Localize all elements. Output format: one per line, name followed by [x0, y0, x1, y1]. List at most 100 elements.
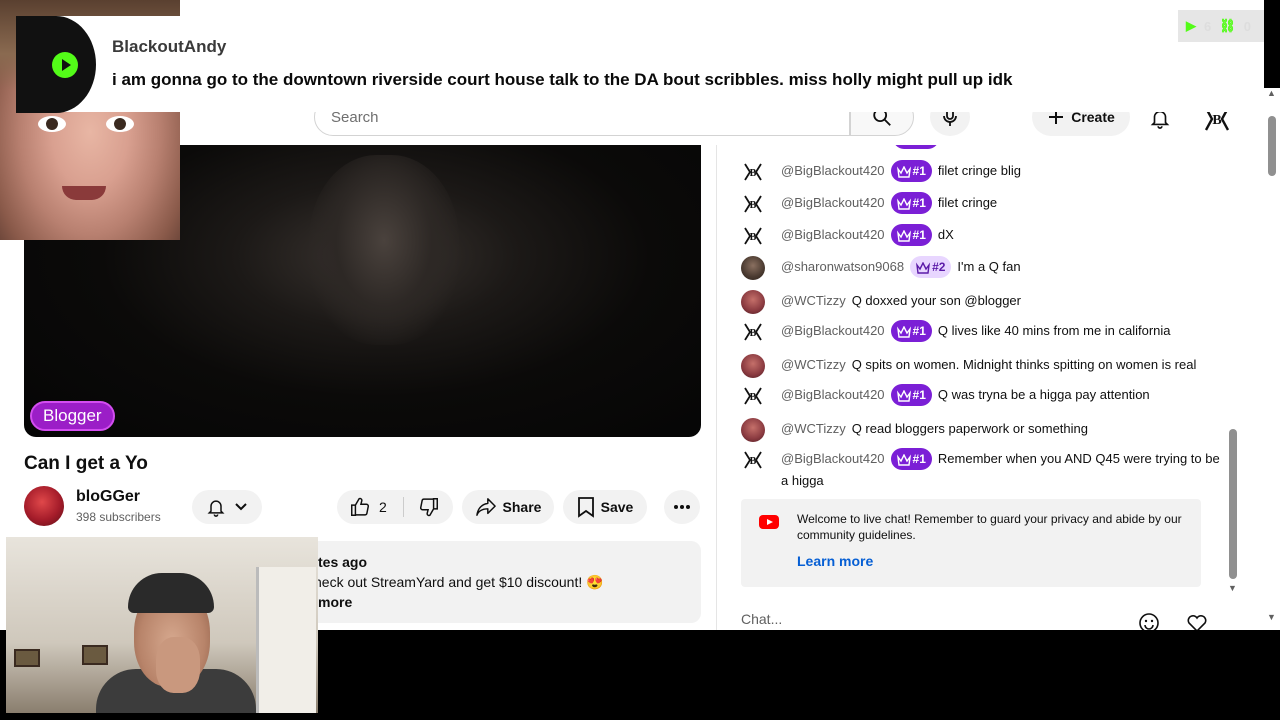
- show-support-button[interactable]: [1185, 611, 1209, 630]
- chat-author-name[interactable]: @WCTizzy: [781, 357, 846, 372]
- chat-message-body: @BigBlackout420 #1 filet cringe: [781, 192, 1221, 214]
- webcam-person-cap: [128, 573, 214, 613]
- share-icon: [475, 498, 496, 516]
- chat-author-avatar[interactable]: B: [741, 384, 765, 408]
- share-button[interactable]: Share: [462, 490, 554, 524]
- author-logo-icon: B: [744, 163, 762, 181]
- rank-label: #1: [912, 452, 926, 466]
- crown-icon: [896, 228, 913, 242]
- chat-message-body: @WCTizzy Q doxxed your son @blogger: [781, 290, 1221, 312]
- link-count: 0: [1243, 18, 1251, 34]
- author-logo-icon: B: [744, 323, 762, 341]
- svg-text:B: B: [750, 168, 757, 179]
- chat-author-avatar[interactable]: [741, 418, 765, 442]
- webcam-eye-right: [106, 116, 134, 132]
- rank-label: #2: [932, 260, 946, 274]
- chat-author-avatar[interactable]: B: [741, 192, 765, 216]
- svg-text:B: B: [750, 232, 757, 243]
- welcome-text: Welcome to live chat! Remember to guard …: [797, 512, 1182, 542]
- svg-text:B: B: [750, 456, 757, 467]
- chat-author-avatar[interactable]: B: [741, 224, 765, 248]
- page-scrollbar-thumb[interactable]: [1268, 116, 1276, 176]
- chat-input[interactable]: Chat...: [741, 611, 1181, 627]
- banner-message: i am gonna go to the downtown riverside …: [112, 70, 1013, 89]
- more-icon: [674, 505, 690, 509]
- chat-author-name[interactable]: @BigBlackout420: [781, 195, 885, 210]
- save-button[interactable]: Save: [563, 490, 647, 524]
- chat-author-avatar[interactable]: [741, 256, 765, 280]
- description-more[interactable]: more: [318, 594, 352, 610]
- chat-message-body: @WCTizzy Q spits on women. Midnight think…: [781, 354, 1221, 376]
- chat-author-name[interactable]: @BigBlackout420: [781, 451, 885, 466]
- description-timestamp: tes ago: [318, 554, 368, 570]
- more-actions-button[interactable]: [664, 490, 700, 524]
- video-frame-subject: [309, 155, 459, 345]
- stream-canvas: Search Create B Blogger Can I get a Yo b…: [0, 0, 1280, 720]
- chat-scroll-down-arrow[interactable]: ▼: [1228, 583, 1237, 593]
- chat-author-name[interactable]: @sharonwatson9068: [781, 259, 904, 274]
- webcam-eye-left: [38, 116, 66, 132]
- chat-message-list: B @BigBlackout420 #1 filet cringe blig B @Big…: [717, 145, 1227, 495]
- chat-author-name[interactable]: @WCTizzy: [781, 293, 846, 308]
- chat-author-name[interactable]: @WCTizzy: [781, 421, 846, 436]
- like-button[interactable]: 2: [337, 490, 403, 524]
- channel-name[interactable]: bloGGer: [76, 488, 140, 506]
- crown-icon: [916, 260, 932, 274]
- link-icon: ⛓: [1219, 18, 1236, 33]
- svg-text:B: B: [1212, 113, 1221, 128]
- crown-icon: [896, 452, 913, 466]
- like-divider: [403, 497, 404, 517]
- dislike-button[interactable]: [409, 490, 449, 524]
- chat-author-name[interactable]: @BigBlackout420: [781, 227, 885, 242]
- stream-stats: ▶ 6 ⛓ 0: [1178, 10, 1264, 42]
- scroll-down-arrow[interactable]: ▼: [1267, 612, 1276, 622]
- subscription-bell-button[interactable]: [192, 490, 262, 524]
- page-scrollbar[interactable]: ▲ ▼: [1264, 88, 1280, 630]
- chat-message-body: @WCTizzy Q read bloggers paperwork or som…: [781, 418, 1221, 440]
- svg-text:B: B: [750, 392, 757, 403]
- chat-author-avatar[interactable]: B: [741, 160, 765, 184]
- live-chat-panel: B @BigBlackout420 #1 filet cringe blig B @Big…: [716, 145, 1242, 630]
- author-logo-icon: B: [744, 195, 762, 213]
- heart-icon: [1187, 614, 1207, 630]
- crown-icon: [896, 164, 913, 178]
- description-text: heck out StreamYard and get $10 discount…: [314, 574, 604, 590]
- chat-message-body: @BigBlackout420 #1 Remember when you AND Q…: [781, 448, 1221, 492]
- video-title: Can I get a Yo: [24, 453, 148, 474]
- emoji-button[interactable]: [1137, 611, 1161, 630]
- chat-author-avatar[interactable]: [741, 354, 765, 378]
- kick-viewers-icon: ▶: [1186, 18, 1196, 33]
- chat-message-text: Q doxxed your son @blogger: [851, 293, 1021, 308]
- like-count: 2: [379, 499, 387, 515]
- thumbs-down-icon: [420, 498, 438, 517]
- rank-label: #1: [912, 196, 926, 210]
- member-rank-badge: #1: [890, 384, 932, 406]
- chat-author-name[interactable]: @BigBlackout420: [781, 323, 885, 338]
- chat-message-body: @BigBlackout420 #1 dX: [781, 224, 1221, 246]
- rank-label: #1: [912, 228, 926, 242]
- chat-author-avatar[interactable]: B: [741, 320, 765, 344]
- chat-message-body: @BigBlackout420 #1 Q lives like 40 mins fr…: [781, 320, 1221, 342]
- chat-author-name[interactable]: @BigBlackout420: [781, 163, 885, 178]
- chat-scrollbar-thumb[interactable]: [1229, 429, 1237, 579]
- member-rank-badge: #2: [910, 256, 952, 278]
- thumbs-up-icon: [351, 497, 369, 516]
- video-description[interactable]: tes ago heck out StreamYard and get $10 …: [300, 541, 701, 623]
- chat-author-avatar[interactable]: B: [741, 448, 765, 472]
- rank-label: #1: [912, 164, 926, 178]
- member-rank-badge: #1: [890, 192, 932, 214]
- chat-message-text: Q lives like 40 mins from me in californ…: [937, 323, 1171, 338]
- webcam-picture-frame: [14, 649, 40, 667]
- chat-message-text: dX: [937, 227, 954, 242]
- learn-more-link[interactable]: Learn more: [797, 553, 873, 569]
- scroll-up-arrow[interactable]: ▲: [1267, 88, 1276, 98]
- chat-message-text: filet cringe blig: [937, 163, 1022, 178]
- webcam-mouth: [62, 186, 106, 200]
- member-rank-badge: #1: [890, 160, 932, 182]
- chat-message-text: Q spits on women. Midnight thinks spitti…: [851, 357, 1197, 372]
- chat-author-name[interactable]: @BigBlackout420: [781, 387, 885, 402]
- chat-author-avatar[interactable]: [741, 290, 765, 314]
- chat-message-body: @sharonwatson9068 #2 I'm a Q fan: [781, 256, 1221, 278]
- channel-avatar[interactable]: [24, 486, 64, 526]
- member-rank-badge: #1: [890, 320, 932, 342]
